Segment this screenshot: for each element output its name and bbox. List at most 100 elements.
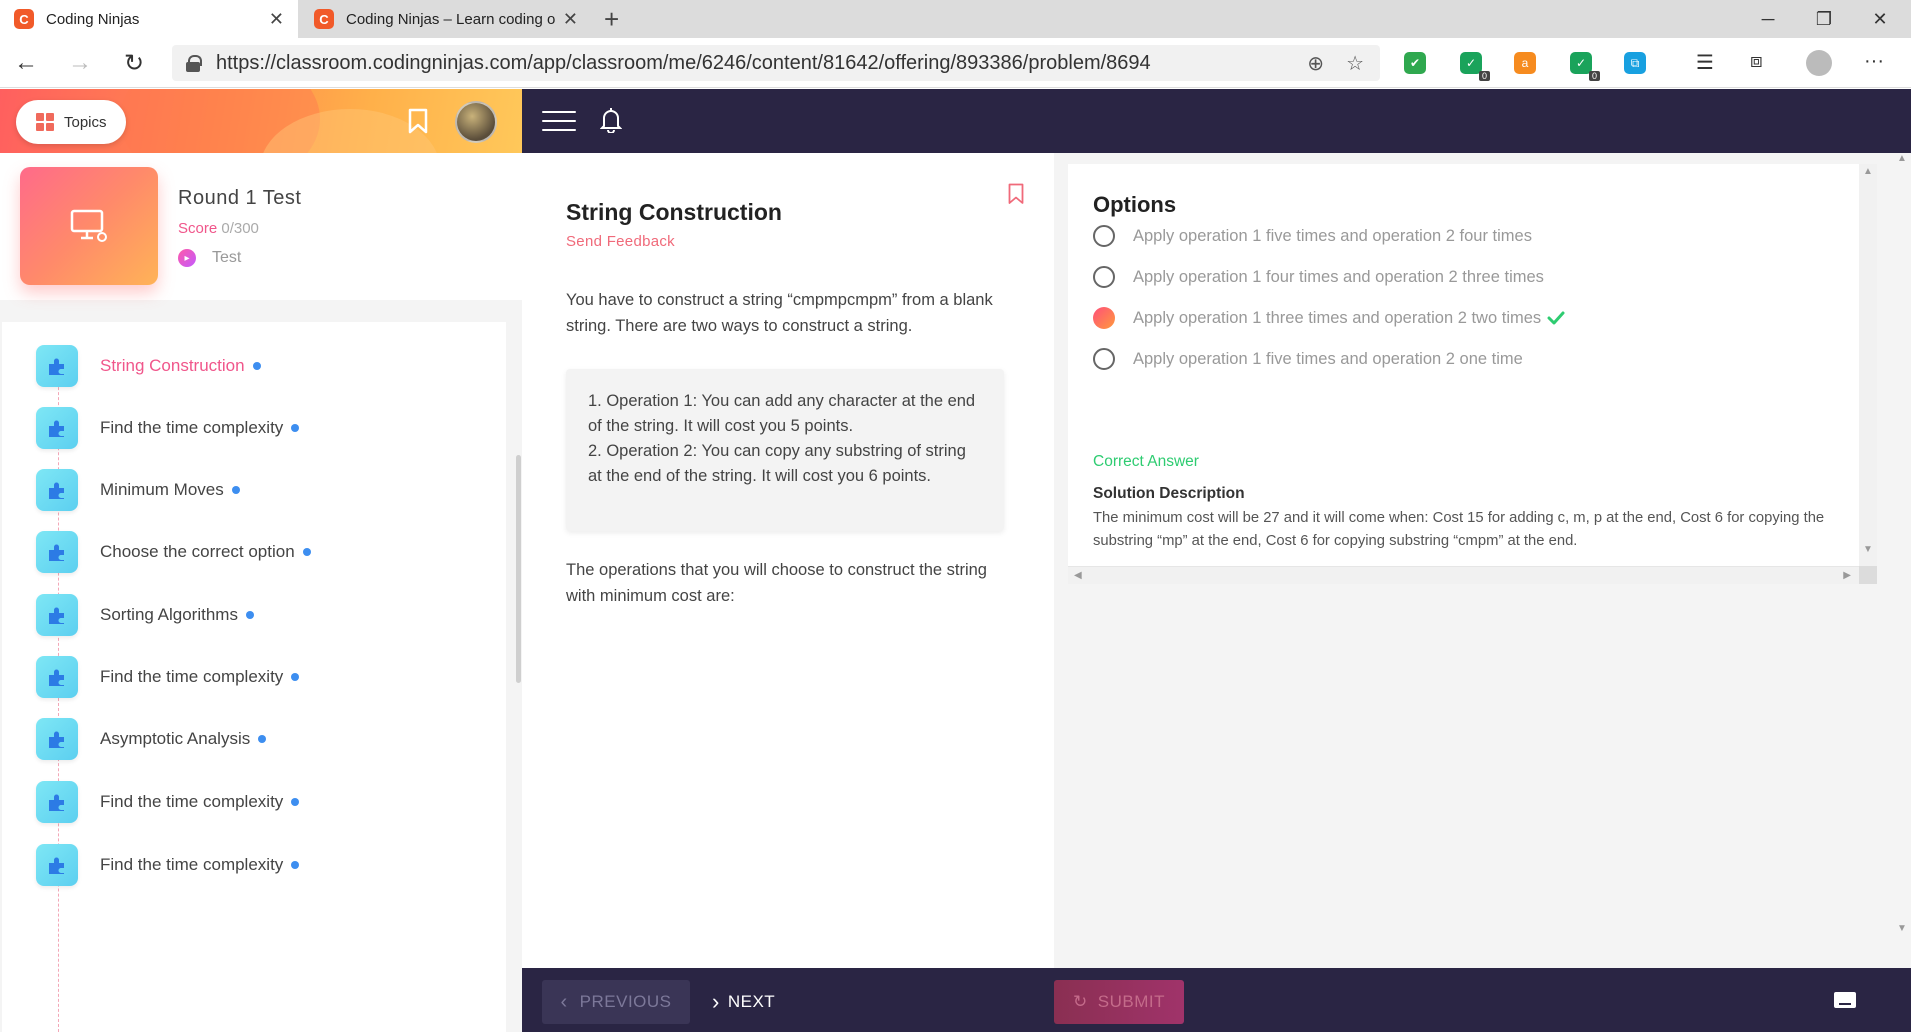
options-heading: Options — [1093, 192, 1177, 217]
options-horizontal-scrollbar[interactable]: ◀ ▶ — [1068, 566, 1859, 584]
topic-item[interactable]: Find the time complexity — [36, 655, 300, 699]
sidebar-scrollbar[interactable] — [516, 455, 521, 683]
status-dot — [291, 673, 300, 681]
radio-button[interactable] — [1093, 348, 1115, 370]
option-label: Apply operation 1 four times and operati… — [1133, 267, 1544, 286]
topic-item[interactable]: Minimum Moves — [36, 468, 240, 512]
option-item[interactable]: Apply operation 1 three times and operat… — [1093, 307, 1565, 329]
browser-tab-inactive[interactable]: C Coding Ninjas – Learn coding on ✕ — [300, 0, 592, 38]
favorite-star-icon[interactable]: ☆ — [1346, 51, 1364, 76]
topic-label: Choose the correct option — [100, 542, 295, 561]
avatar[interactable] — [455, 101, 497, 143]
option-item[interactable]: Apply operation 1 five times and operati… — [1093, 225, 1532, 247]
test-type-icon: ▸ — [178, 249, 196, 267]
topic-item[interactable]: Asymptotic Analysis — [36, 717, 267, 761]
topic-label: String Construction — [100, 356, 245, 375]
checkmark-extension-2-icon[interactable]: ✓ 0 — [1570, 52, 1600, 81]
option-label: Apply operation 1 five times and operati… — [1133, 226, 1532, 245]
header-left: Topics — [0, 89, 522, 153]
collections-icon[interactable]: ⧈ — [1750, 50, 1763, 73]
app-root: Topics Round 1 Test Score 0/300 ▸ Test S… — [0, 89, 1911, 1032]
topic-label: Asymptotic Analysis — [100, 729, 251, 748]
url-field[interactable]: https://classroom.codingninjas.com/app/c… — [172, 45, 1380, 81]
spinner-icon: ↻ — [1073, 992, 1088, 1011]
more-menu-icon[interactable]: ··· — [1864, 50, 1884, 73]
puzzle-icon — [36, 594, 78, 636]
question-outro: The operations that you will choose to c… — [566, 561, 987, 605]
puzzle-icon — [36, 718, 78, 760]
puzzle-icon — [36, 656, 78, 698]
add-to-reading-icon[interactable]: ⊕ — [1307, 51, 1324, 76]
back-icon[interactable]: ← — [10, 48, 42, 78]
checkmark-extension-icon[interactable]: ✓ 0 — [1460, 52, 1490, 81]
topics-button[interactable]: Topics — [16, 100, 126, 144]
close-tab-icon[interactable]: ✕ — [563, 9, 578, 30]
favorites-list-icon[interactable]: ☰ — [1696, 50, 1714, 75]
operation-2: 2. Operation 2: You can copy any substri… — [588, 442, 966, 485]
operation-1: 1. Operation 1: You can add any characte… — [588, 392, 976, 435]
topic-item[interactable]: Find the time complexity — [36, 780, 300, 824]
option-item[interactable]: Apply operation 1 five times and operati… — [1093, 348, 1523, 370]
bookmark-question-icon[interactable] — [1008, 183, 1024, 205]
puzzle-icon — [36, 531, 78, 573]
operations-box: 1. Operation 1: You can add any characte… — [566, 369, 1004, 531]
browser-tab-active[interactable]: C Coding Ninjas ✕ — [0, 0, 298, 38]
radio-button[interactable] — [1093, 225, 1115, 247]
puzzle-icon — [36, 781, 78, 823]
puzzle-icon — [36, 345, 78, 387]
topic-list: String Construction Find the time complex… — [2, 322, 506, 1032]
topic-item[interactable]: String Construction — [36, 344, 261, 388]
browser-tab-bar: C Coding Ninjas ✕ C Coding Ninjas – Lear… — [0, 0, 1911, 38]
option-label: Apply operation 1 five times and operati… — [1133, 349, 1523, 368]
puzzle-icon — [36, 469, 78, 511]
test-score: Score 0/300 — [178, 220, 259, 237]
status-dot — [291, 798, 300, 806]
bottom-nav-bar: ‹ PREVIOUS › NEXT ↻ SUBMIT — [522, 968, 1911, 1032]
option-item[interactable]: Apply operation 1 four times and operati… — [1093, 266, 1544, 288]
topic-item[interactable]: Sorting Algorithms — [36, 593, 254, 637]
bell-icon[interactable] — [600, 107, 622, 133]
close-window-icon[interactable]: ✕ — [1852, 0, 1908, 38]
hamburger-menu-icon[interactable] — [542, 111, 576, 131]
profile-icon[interactable] — [1806, 50, 1832, 76]
bookmark-icon[interactable] — [408, 108, 428, 134]
correct-check-icon — [1547, 311, 1565, 325]
translate-extension-icon[interactable]: ⧉ — [1624, 52, 1646, 74]
sidebar: Round 1 Test Score 0/300 ▸ Test String C… — [0, 153, 522, 1032]
header-right — [522, 89, 1911, 153]
puzzle-icon — [36, 407, 78, 449]
topic-item[interactable]: Find the time complexity — [36, 843, 300, 887]
minimize-icon[interactable]: ─ — [1740, 0, 1796, 38]
forward-icon[interactable]: → — [64, 48, 96, 78]
test-thumbnail — [20, 167, 158, 285]
page-vertical-scrollbar[interactable]: ▲ ▼ — [1893, 153, 1911, 968]
topic-label: Minimum Moves — [100, 480, 224, 499]
shield-extension-icon[interactable]: ✔ — [1404, 52, 1426, 74]
presentation-icon — [70, 209, 107, 242]
chevron-right-icon: › — [712, 989, 720, 1014]
new-tab-icon[interactable]: + — [604, 4, 619, 35]
correct-answer-label: Correct Answer — [1093, 453, 1199, 470]
question-intro: You have to construct a string “cmpmpcmp… — [566, 291, 993, 335]
status-dot — [258, 735, 267, 743]
puzzle-icon — [36, 844, 78, 886]
send-feedback-link[interactable]: Send Feedback — [566, 233, 675, 250]
topic-item[interactable]: Find the time complexity — [36, 406, 300, 450]
previous-button[interactable]: ‹ PREVIOUS — [542, 980, 690, 1024]
options-card: Options Apply operation 1 five times and… — [1068, 164, 1859, 566]
test-title: Round 1 Test — [178, 187, 302, 209]
topic-item[interactable]: Choose the correct option — [36, 530, 311, 574]
options-vertical-scrollbar[interactable]: ▲ ▼ — [1859, 164, 1877, 584]
status-dot — [252, 362, 261, 370]
next-button[interactable]: › NEXT — [712, 980, 832, 1024]
keyboard-icon[interactable] — [1834, 992, 1856, 1008]
tab-title: Coding Ninjas — [46, 10, 140, 28]
restore-icon[interactable]: ❐ — [1796, 0, 1852, 38]
submit-button[interactable]: ↻ SUBMIT — [1054, 980, 1184, 1024]
shopping-extension-icon[interactable]: a — [1514, 52, 1536, 74]
radio-button[interactable] — [1093, 266, 1115, 288]
reload-icon[interactable]: ↻ — [118, 48, 150, 78]
close-tab-icon[interactable]: ✕ — [269, 9, 284, 30]
topic-label: Find the time complexity — [100, 792, 284, 811]
radio-button[interactable] — [1093, 307, 1115, 329]
